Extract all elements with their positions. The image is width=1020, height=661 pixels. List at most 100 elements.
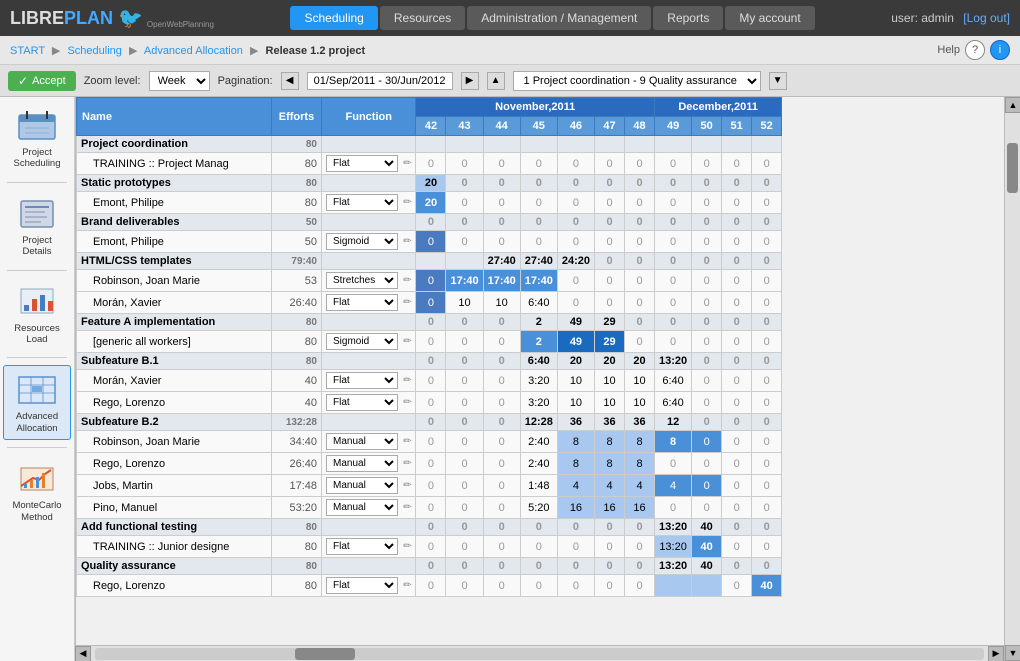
up-button[interactable]: ▲ [487,72,505,90]
cell-w49[interactable]: 8 [655,431,692,453]
vscroll-thumb[interactable] [1007,143,1018,193]
info-button[interactable]: i [990,40,1010,60]
cell-w42[interactable]: 0 [416,414,446,431]
function-select[interactable]: Flat [326,194,398,211]
edit-icon[interactable]: ✏ [403,502,411,513]
cell-w49[interactable]: 0 [655,497,692,519]
cell-w47[interactable]: 0 [595,292,625,314]
cell-w42[interactable] [416,253,446,270]
cell-w43[interactable]: 0 [446,175,483,192]
edit-icon[interactable]: ✏ [403,236,411,247]
cell-w50[interactable]: 0 [692,331,722,353]
cell-w43[interactable]: 0 [446,431,483,453]
cell-w46[interactable] [557,136,594,153]
cell-w48[interactable]: 0 [625,231,655,253]
function-select[interactable]: Manual [326,455,398,472]
cell-w44[interactable]: 0 [483,431,520,453]
function-select[interactable]: Sigmoid [326,233,398,250]
nav-account[interactable]: My account [725,6,814,30]
nav-reports[interactable]: Reports [653,6,723,30]
cell-w43[interactable]: 0 [446,536,483,558]
cell-w51[interactable]: 0 [722,292,752,314]
cell-w47[interactable]: 0 [595,214,625,231]
cell-w49[interactable]: 0 [655,175,692,192]
next-page-button[interactable]: ▶ [461,72,479,90]
cell-w44[interactable]: 0 [483,392,520,414]
cell-w50[interactable]: 40 [692,558,722,575]
cell-w45[interactable]: 0 [520,575,557,597]
cell-w48[interactable]: 8 [625,453,655,475]
cell-w45[interactable]: 0 [520,231,557,253]
cell-w50[interactable]: 0 [692,192,722,214]
function-select[interactable]: Flat [326,294,398,311]
cell-w51[interactable]: 0 [722,253,752,270]
cell-w47[interactable]: 4 [595,475,625,497]
cell-w50[interactable]: 0 [692,453,722,475]
cell-w47[interactable]: 36 [595,414,625,431]
cell-w42[interactable]: 20 [416,192,446,214]
cell-w43[interactable]: 0 [446,392,483,414]
cell-w50[interactable]: 0 [692,292,722,314]
cell-w43[interactable] [446,253,483,270]
cell-w42[interactable]: 0 [416,270,446,292]
cell-w51[interactable]: 0 [722,519,752,536]
cell-w43[interactable]: 0 [446,414,483,431]
cell-w42[interactable]: 0 [416,536,446,558]
cell-w44[interactable]: 0 [483,414,520,431]
cell-w45[interactable] [520,136,557,153]
cell-w48[interactable]: 4 [625,475,655,497]
cell-w51[interactable]: 0 [722,453,752,475]
cell-w43[interactable]: 0 [446,353,483,370]
cell-w46[interactable]: 49 [557,314,594,331]
cell-w51[interactable]: 0 [722,558,752,575]
cell-w45[interactable]: 2:40 [520,453,557,475]
cell-w48[interactable]: 0 [625,175,655,192]
sidebar-item-advanced-allocation[interactable]: Advanced Allocation [3,365,71,440]
cell-w49[interactable]: 0 [655,270,692,292]
cell-w43[interactable]: 0 [446,558,483,575]
cell-w51[interactable]: 0 [722,153,752,175]
edit-icon[interactable]: ✏ [403,158,411,169]
horizontal-scrollbar[interactable]: ◀ ▶ [75,645,1004,661]
cell-w44[interactable]: 0 [483,231,520,253]
cell-w50[interactable]: 0 [692,497,722,519]
cell-w46[interactable]: 10 [557,392,594,414]
cell-w50[interactable]: 0 [692,214,722,231]
cell-w52[interactable]: 0 [752,292,782,314]
cell-w42[interactable]: 0 [416,558,446,575]
cell-w44[interactable]: 0 [483,331,520,353]
cell-w52[interactable]: 0 [752,370,782,392]
cell-w43[interactable]: 0 [446,314,483,331]
cell-w51[interactable]: 0 [722,392,752,414]
cell-w49[interactable]: 0 [655,192,692,214]
cell-w50[interactable]: 0 [692,270,722,292]
zoom-select[interactable]: Week Day Month [149,71,210,91]
cell-w44[interactable]: 0 [483,536,520,558]
cell-w48[interactable]: 20 [625,353,655,370]
cell-w44[interactable]: 0 [483,370,520,392]
edit-icon[interactable]: ✏ [403,197,411,208]
function-select[interactable]: Flat [326,155,398,172]
cell-w50[interactable]: 0 [692,392,722,414]
grid-table[interactable]: Name Efforts Function November,2011 Dece… [75,97,1004,645]
cell-w43[interactable]: 0 [446,475,483,497]
cell-w47[interactable]: 8 [595,431,625,453]
cell-w46[interactable]: 4 [557,475,594,497]
cell-w52[interactable]: 0 [752,331,782,353]
cell-w51[interactable]: 0 [722,575,752,597]
cell-w46[interactable]: 0 [557,270,594,292]
function-select[interactable]: Flat [326,538,398,555]
cell-w48[interactable] [625,136,655,153]
cell-w51[interactable]: 0 [722,497,752,519]
cell-w45[interactable]: 2:40 [520,431,557,453]
cell-w46[interactable]: 0 [557,519,594,536]
prev-page-button[interactable]: ◀ [281,72,299,90]
cell-w45[interactable]: 0 [520,175,557,192]
cell-w42[interactable]: 0 [416,475,446,497]
cell-w48[interactable]: 0 [625,153,655,175]
cell-w49[interactable]: 6:40 [655,370,692,392]
cell-w50[interactable] [692,575,722,597]
cell-w49[interactable]: 0 [655,153,692,175]
edit-icon[interactable]: ✏ [403,375,411,386]
edit-icon[interactable]: ✏ [403,480,411,491]
